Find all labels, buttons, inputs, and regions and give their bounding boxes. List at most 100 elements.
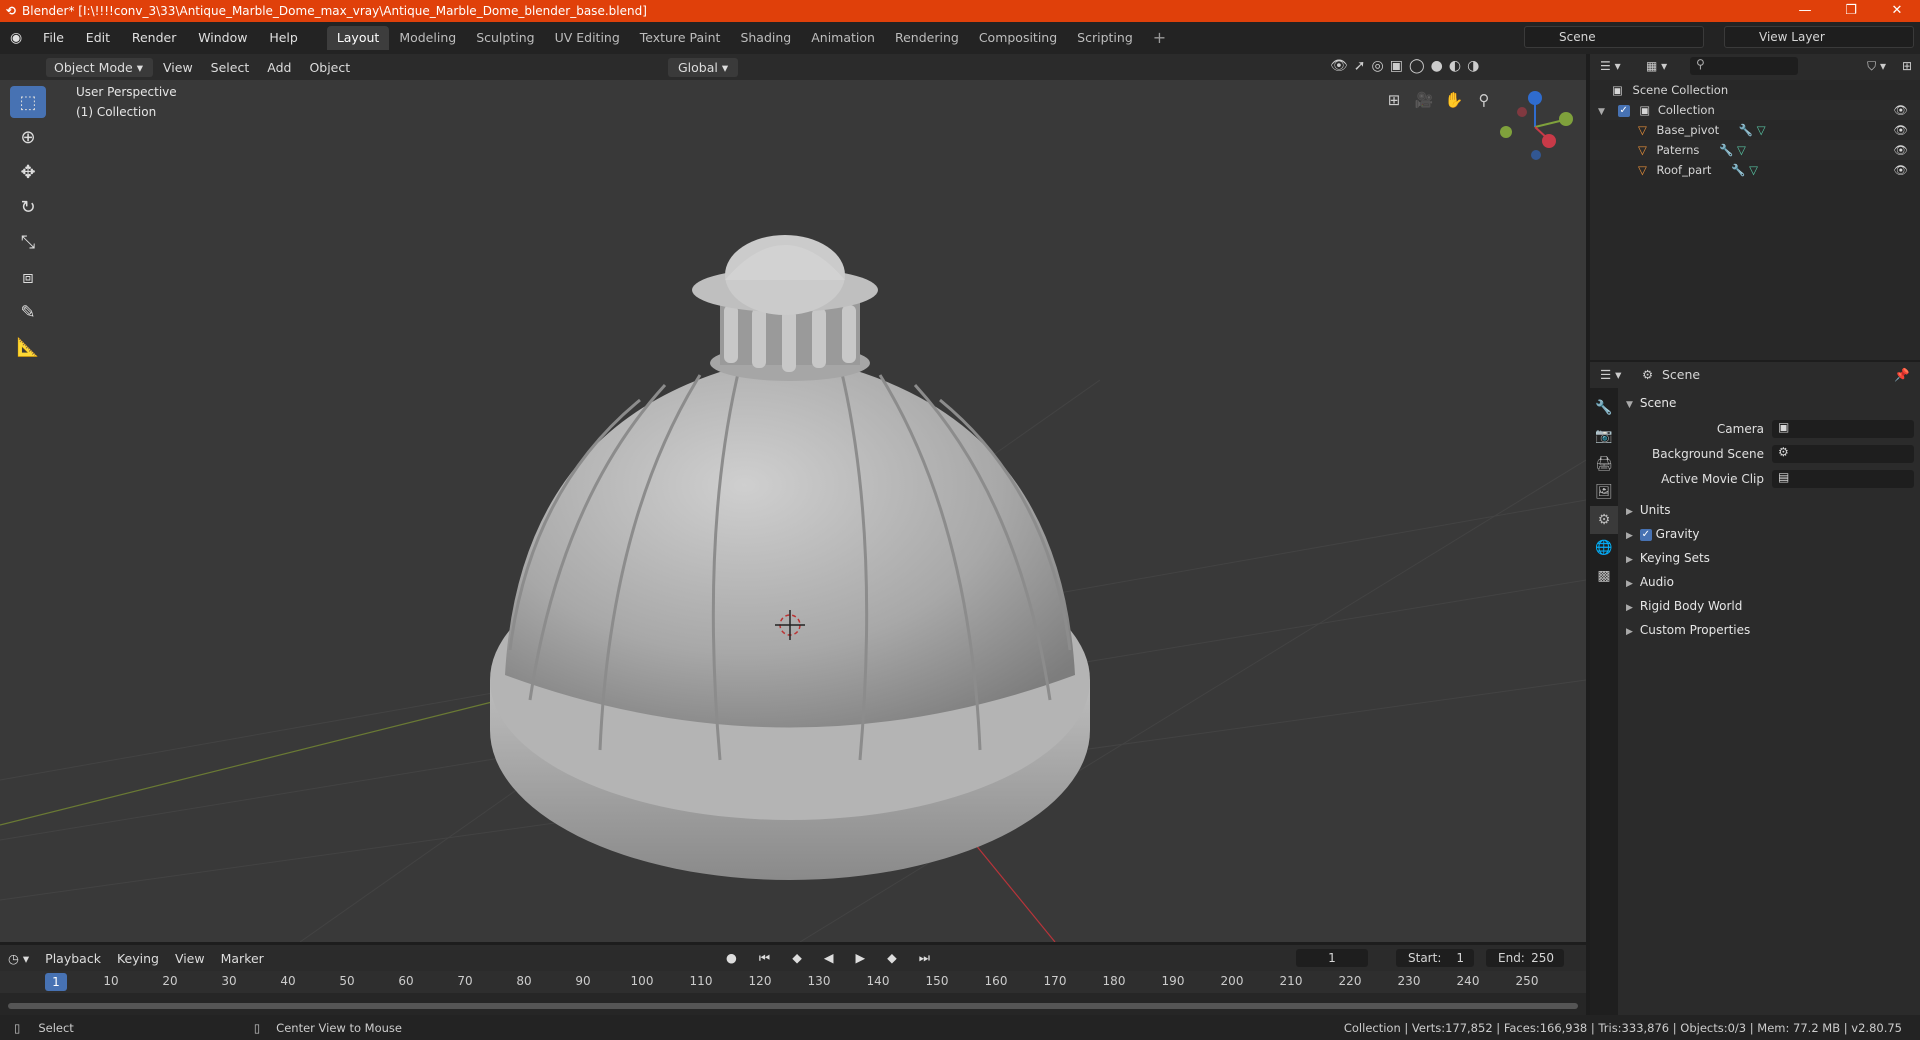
units-panel[interactable]: ▶ Units: [1626, 499, 1671, 521]
scene-selector[interactable]: Scene: [1524, 26, 1704, 48]
filter-icon[interactable]: ⛉ ▾: [1867, 59, 1886, 74]
outliner-object[interactable]: ▽ Base_pivot 🔧 ▽ 👁: [1590, 120, 1920, 140]
camera-view-icon[interactable]: 🎥: [1412, 88, 1436, 112]
cursor-tool-icon[interactable]: ⊕: [10, 121, 46, 153]
menu-render[interactable]: Render: [123, 22, 186, 54]
scale-tool-icon[interactable]: ⤡: [10, 226, 46, 258]
next-key-icon[interactable]: ◆: [879, 950, 911, 965]
solid-shading-icon[interactable]: ●: [1431, 58, 1443, 74]
end-frame-field[interactable]: End: 250: [1486, 949, 1564, 967]
active-movie-clip-field[interactable]: ▤: [1772, 470, 1914, 488]
timeline-menu-playback[interactable]: Playback: [37, 951, 109, 966]
world-tab-icon[interactable]: 🌐: [1590, 534, 1618, 562]
jump-end-icon[interactable]: ⏭: [911, 950, 944, 965]
frame-ruler[interactable]: 1 10 20 30 40 50 60 70 80 90 100 110 120 130 140 150 16…: [0, 971, 1586, 993]
camera-field[interactable]: ▣: [1772, 420, 1914, 438]
select-box-tool-icon[interactable]: ⬚: [10, 86, 46, 118]
tab-sculpting[interactable]: Sculpting: [466, 26, 544, 50]
timeline[interactable]: 1 10 20 30 40 50 60 70 80 90 100 110 120 130 140 150 16…: [0, 971, 1586, 1015]
3d-viewport[interactable]: User Perspective (1) Collection: [0, 80, 1586, 942]
viewport-menu-object[interactable]: Object: [301, 58, 358, 77]
rotate-tool-icon[interactable]: ↻: [10, 191, 46, 223]
view-layer-tab-icon[interactable]: 🖼: [1590, 478, 1618, 506]
menu-file[interactable]: File: [34, 22, 73, 54]
prev-key-icon[interactable]: ◆: [784, 950, 816, 965]
pin-icon[interactable]: 📌: [1894, 367, 1910, 383]
render-tab-icon[interactable]: 📷: [1590, 422, 1618, 450]
viewport-menu-add[interactable]: Add: [259, 58, 299, 77]
close-icon[interactable]: ✕: [1874, 0, 1920, 22]
collection-checkbox[interactable]: ✓: [1617, 104, 1630, 117]
tab-animation[interactable]: Animation: [801, 26, 885, 50]
outliner-search-input[interactable]: ⚲: [1690, 57, 1798, 75]
eye-icon[interactable]: 👁: [1893, 100, 1908, 120]
mesh-data-icon[interactable]: ▽: [1757, 123, 1766, 137]
modifier-icon[interactable]: 🔧: [1719, 143, 1733, 157]
properties-editor-icon[interactable]: ☰ ▾: [1600, 367, 1621, 382]
current-frame-indicator[interactable]: 1: [45, 973, 67, 991]
timeline-menu-keying[interactable]: Keying: [109, 951, 167, 966]
outliner-collection[interactable]: ▼ ✓ ▣ Collection 👁: [1590, 100, 1920, 120]
mesh-data-icon[interactable]: ▽: [1749, 163, 1758, 177]
eye-icon[interactable]: 👁: [1893, 120, 1908, 140]
gravity-checkbox[interactable]: ✓: [1639, 528, 1652, 541]
mode-dropdown[interactable]: Object Mode ▾: [46, 57, 153, 77]
timeline-scrollbar[interactable]: [8, 1003, 1578, 1009]
record-icon[interactable]: ●: [718, 950, 751, 965]
orientation-dropdown[interactable]: Global ▾: [668, 57, 739, 77]
expand-icon[interactable]: ▼: [1598, 102, 1608, 122]
toggle-camera-view-icon[interactable]: ⊞: [1382, 88, 1406, 112]
add-workspace-icon[interactable]: +: [1143, 26, 1176, 50]
tab-layout[interactable]: Layout: [326, 26, 390, 50]
outliner-scene-collection[interactable]: ▣ Scene Collection: [1590, 80, 1920, 100]
zoom-icon[interactable]: ⚲: [1472, 88, 1496, 112]
keying-sets-panel[interactable]: ▶ Keying Sets: [1626, 547, 1710, 569]
tab-compositing[interactable]: Compositing: [969, 26, 1067, 50]
outliner-editor-icon[interactable]: ☰ ▾: [1600, 59, 1621, 73]
tab-uv-editing[interactable]: UV Editing: [545, 26, 630, 50]
modifier-icon[interactable]: 🔧: [1739, 123, 1753, 137]
visibility-icon[interactable]: 👁: [1330, 58, 1348, 74]
timeline-menu-marker[interactable]: Marker: [213, 951, 272, 966]
eye-icon[interactable]: 👁: [1893, 160, 1908, 180]
eye-icon[interactable]: 👁: [1893, 140, 1908, 160]
annotate-tool-icon[interactable]: ✎: [10, 296, 46, 328]
maximize-icon[interactable]: ❐: [1828, 0, 1874, 22]
editor-type-icon[interactable]: ◷ ▾: [0, 951, 37, 966]
new-collection-icon[interactable]: ⊞: [1902, 59, 1912, 73]
custom-properties-panel[interactable]: ▶ Custom Properties: [1626, 619, 1750, 641]
rigid-body-world-panel[interactable]: ▶ Rigid Body World: [1626, 595, 1742, 617]
rendered-shading-icon[interactable]: ◑: [1467, 58, 1479, 74]
blender-menu-icon[interactable]: ◉: [0, 22, 30, 54]
modifier-icon[interactable]: 🔧: [1731, 163, 1745, 177]
menu-help[interactable]: Help: [260, 22, 307, 54]
outliner-object[interactable]: ▽ Roof_part 🔧 ▽ 👁: [1590, 160, 1920, 180]
view-layer-selector[interactable]: View Layer: [1724, 26, 1914, 48]
gravity-panel[interactable]: ▶ ✓ Gravity: [1626, 523, 1699, 545]
transform-tool-icon[interactable]: ⧈: [10, 261, 46, 293]
tool-tab-icon[interactable]: 🔧: [1590, 394, 1618, 422]
mesh-data-icon[interactable]: ▽: [1737, 143, 1746, 157]
menu-window[interactable]: Window: [189, 22, 256, 54]
tab-scripting[interactable]: Scripting: [1067, 26, 1143, 50]
move-tool-icon[interactable]: ✥: [10, 156, 46, 188]
start-frame-field[interactable]: Start: 1: [1396, 949, 1474, 967]
output-tab-icon[interactable]: 🖨: [1590, 450, 1618, 478]
background-scene-field[interactable]: ⚙: [1772, 445, 1914, 463]
display-mode-icon[interactable]: ▦ ▾: [1646, 59, 1667, 73]
tab-texture-paint[interactable]: Texture Paint: [630, 26, 731, 50]
current-frame-field[interactable]: 1: [1296, 949, 1368, 967]
overlay-icon[interactable]: ◎: [1372, 58, 1384, 74]
play-reverse-icon[interactable]: ◀: [816, 950, 848, 965]
play-icon[interactable]: ▶: [847, 950, 879, 965]
menu-edit[interactable]: Edit: [77, 22, 119, 54]
wireframe-shading-icon[interactable]: ◯: [1409, 58, 1425, 74]
navigation-gizmo[interactable]: [1500, 91, 1573, 160]
gizmo-icon[interactable]: ➚: [1354, 58, 1366, 74]
pan-hand-icon[interactable]: ✋: [1442, 88, 1466, 112]
audio-panel[interactable]: ▶ Audio: [1626, 571, 1674, 593]
xray-icon[interactable]: ▣: [1390, 58, 1403, 74]
material-shading-icon[interactable]: ◐: [1449, 58, 1461, 74]
timeline-menu-view[interactable]: View: [167, 951, 213, 966]
minimize-icon[interactable]: —: [1782, 0, 1828, 22]
